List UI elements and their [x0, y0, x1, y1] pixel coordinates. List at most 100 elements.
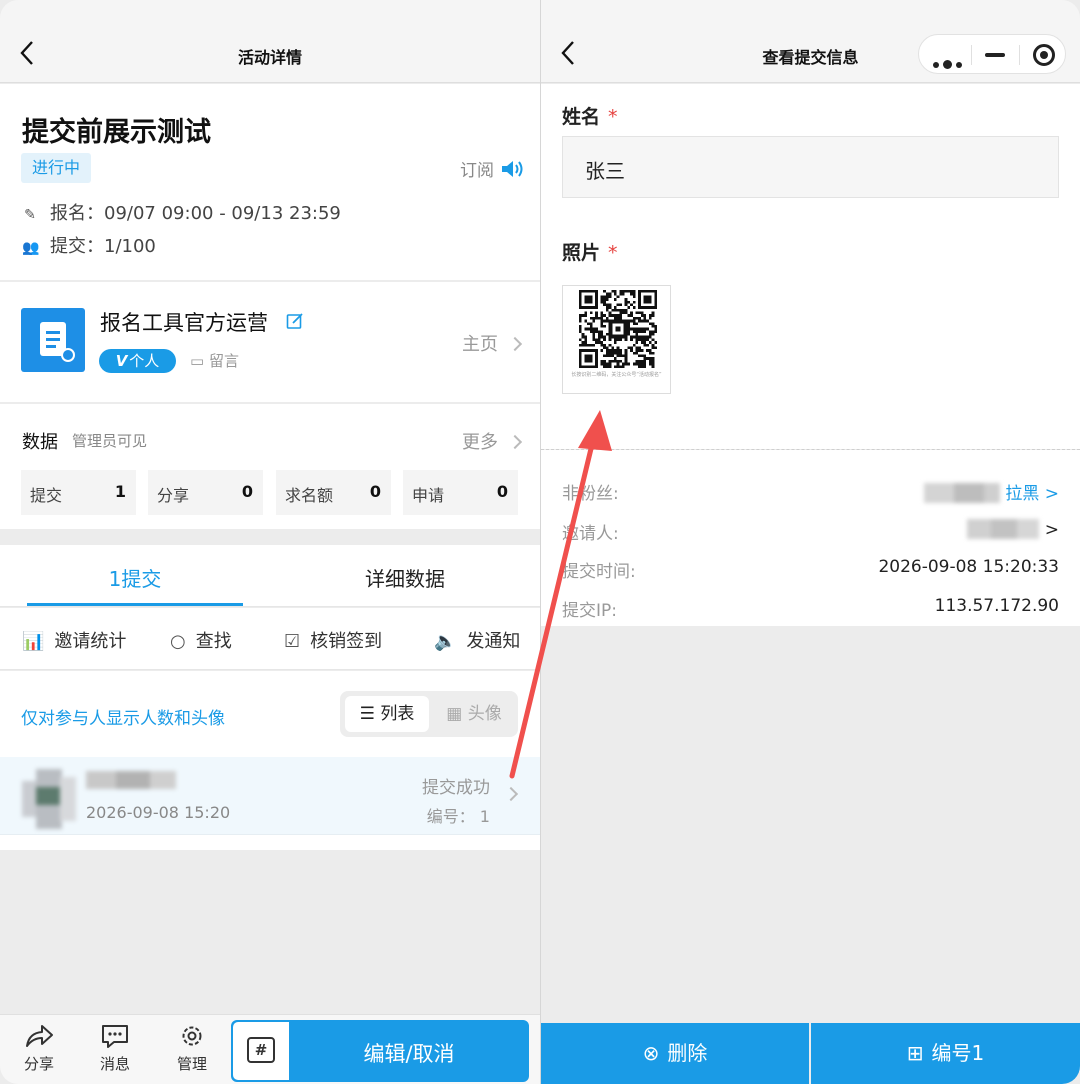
inviter-row[interactable]: 邀请人: >: [541, 511, 1080, 549]
required-mark: *: [608, 106, 618, 128]
message-button[interactable]: 消息: [88, 1023, 142, 1074]
notify-label: 发通知: [466, 631, 521, 652]
submit-time-label: 提交时间:: [562, 562, 636, 582]
invite-stats-label: 邀请统计: [54, 631, 127, 652]
organizer-logo[interactable]: [21, 308, 85, 372]
submission-info-screen: 查看提交信息 姓名 * 张三 照片 * 长按识别二维码，关注公众号“活动报名” 非粉…: [541, 0, 1080, 1084]
checkin-button[interactable]: ☑ 核销签到: [284, 627, 382, 653]
manage-button[interactable]: 管理: [165, 1023, 219, 1074]
fan-status-row: 非粉丝: 拉黑 >: [541, 471, 1080, 509]
tab-submissions[interactable]: 1提交: [0, 563, 270, 592]
nav-bar: 活动详情: [0, 0, 540, 83]
name-label: 姓名 *: [562, 102, 618, 129]
avatar: [22, 769, 76, 829]
search-button[interactable]: ○ 查找: [170, 627, 232, 653]
stat-request-slot[interactable]: 求名额 0: [276, 470, 391, 515]
fan-value: 拉黑 >: [923, 479, 1059, 504]
activity-title: 提交前展示测试: [22, 117, 211, 148]
block-link[interactable]: 拉黑 >: [1005, 484, 1059, 504]
blurred-nickname: [923, 483, 1000, 503]
signup-period: ✎ 报名：09/07 09:00 - 09/13 23:59: [22, 199, 341, 225]
chat-icon: [102, 1025, 128, 1048]
chevron-right-icon: [503, 786, 519, 802]
stat-submit[interactable]: 提交 1: [21, 470, 136, 515]
submit-time-row: 提交时间: 2026-09-08 15:20:33: [541, 549, 1080, 587]
users-icon: 👥: [22, 240, 40, 256]
submit-ip-value: 113.57.172.90: [934, 596, 1059, 616]
submit-label: 提交：: [50, 236, 104, 257]
message-link[interactable]: ▭ 留言: [190, 350, 239, 371]
list-view-button[interactable]: ☰ 列表: [345, 696, 429, 732]
signup-label: 报名：: [50, 203, 104, 224]
subscribe-button[interactable]: 订阅: [460, 156, 524, 181]
ticket-tag: #: [233, 1022, 289, 1080]
delete-button[interactable]: ⊗ 删除: [541, 1023, 809, 1084]
more-label: 更多: [462, 432, 498, 453]
status-badge: 进行中: [21, 153, 92, 183]
stat-share[interactable]: 分享 0: [148, 470, 263, 515]
home-link[interactable]: 主页: [462, 330, 523, 356]
number-button[interactable]: ⊞ 编号1: [811, 1023, 1080, 1084]
submit-time-value: 2026-09-08 15:20:33: [878, 557, 1059, 577]
notify-button[interactable]: 🔈 发通知: [434, 627, 520, 653]
stat-value: 0: [496, 482, 508, 501]
avatar-label: 头像: [467, 704, 502, 724]
participant-visibility-link[interactable]: 仅对参与人显示人数和头像: [21, 704, 225, 729]
submission-form: 姓名 * 张三 照片 * 长按识别二维码，关注公众号“活动报名”: [541, 84, 1080, 449]
close-target-icon[interactable]: [1033, 44, 1055, 66]
qr-code-image: [579, 290, 657, 368]
search-icon: ○: [170, 631, 186, 652]
submission-status: 提交成功: [422, 778, 490, 798]
chevron-right-icon: [507, 434, 523, 450]
edit-cancel-label: 编辑/取消: [363, 1042, 455, 1066]
bar-chart-icon: 📊: [22, 631, 45, 652]
edit-cancel-button[interactable]: # 编辑/取消: [231, 1020, 529, 1082]
submit-ip-label: 提交IP:: [562, 601, 617, 621]
toolbar: 📊 邀请统计 ○ 查找 ☑ 核销签到 🔈 发通知: [0, 608, 540, 670]
required-mark: *: [608, 242, 618, 264]
more-icon[interactable]: [933, 53, 966, 72]
photo-thumbnail[interactable]: 长按识别二维码，关注公众号“活动报名”: [562, 285, 671, 394]
list-icon: ☰: [359, 704, 381, 724]
inviter-chevron: >: [1044, 520, 1059, 540]
share-button[interactable]: 分享: [12, 1023, 66, 1074]
delete-circle-icon: ⊗: [642, 1041, 660, 1065]
inviter-label: 邀请人:: [562, 524, 619, 544]
avatar-view-button[interactable]: ▦ 头像: [434, 696, 514, 732]
minimize-icon[interactable]: [985, 53, 1005, 57]
tab-indicator: [27, 603, 243, 606]
share-icon: [26, 1025, 53, 1047]
hash-icon: #: [247, 1037, 275, 1063]
tab-bar: 1提交 详细数据: [0, 545, 540, 607]
submit-count-value: 1/100: [104, 236, 156, 257]
gear-icon: [182, 1026, 202, 1046]
photo-caption: 长按识别二维码，关注公众号“活动报名”: [571, 372, 662, 378]
home-label: 主页: [462, 334, 498, 355]
list-footer: [0, 835, 540, 850]
search-label: 查找: [195, 631, 232, 652]
data-title: 数据: [22, 432, 58, 453]
grid-icon: ▦: [446, 704, 468, 724]
invite-stats-button[interactable]: 📊 邀请统计: [22, 627, 126, 653]
submission-row[interactable]: 2026-09-08 15:20 提交成功 编号： 1: [0, 757, 540, 835]
filter-bar: 仅对参与人显示人数和头像 ☰ 列表 ▦ 头像: [0, 671, 540, 757]
photo-label-text: 照片: [562, 242, 601, 264]
chevron-right-icon: [507, 336, 523, 352]
name-label-text: 姓名: [562, 106, 601, 128]
signup-range: 09/07 09:00 - 09/13 23:59: [104, 203, 341, 224]
stat-value: 0: [369, 482, 381, 501]
submission-meta: 非粉丝: 拉黑 > 邀请人: > 提交时间: 2026-09-08 15:20:…: [541, 450, 1080, 626]
organizer-name[interactable]: 报名工具官方运营: [100, 307, 268, 337]
submission-number: 编号： 1: [426, 807, 490, 826]
manage-label: 管理: [176, 1055, 207, 1073]
calendar-check-icon: ☑: [284, 631, 301, 652]
stat-value: 0: [241, 482, 253, 501]
bottom-bar: 分享 消息 管理 # 编辑/取消: [0, 1014, 540, 1084]
edit-icon[interactable]: [286, 312, 304, 330]
data-more-link[interactable]: 更多: [462, 428, 523, 454]
stat-apply[interactable]: 申请 0: [403, 470, 518, 515]
edit-note-icon: ✎: [24, 207, 36, 223]
name-field[interactable]: 张三: [562, 136, 1059, 198]
stat-value: 1: [114, 482, 126, 501]
tab-detail-data[interactable]: 详细数据: [270, 563, 540, 592]
